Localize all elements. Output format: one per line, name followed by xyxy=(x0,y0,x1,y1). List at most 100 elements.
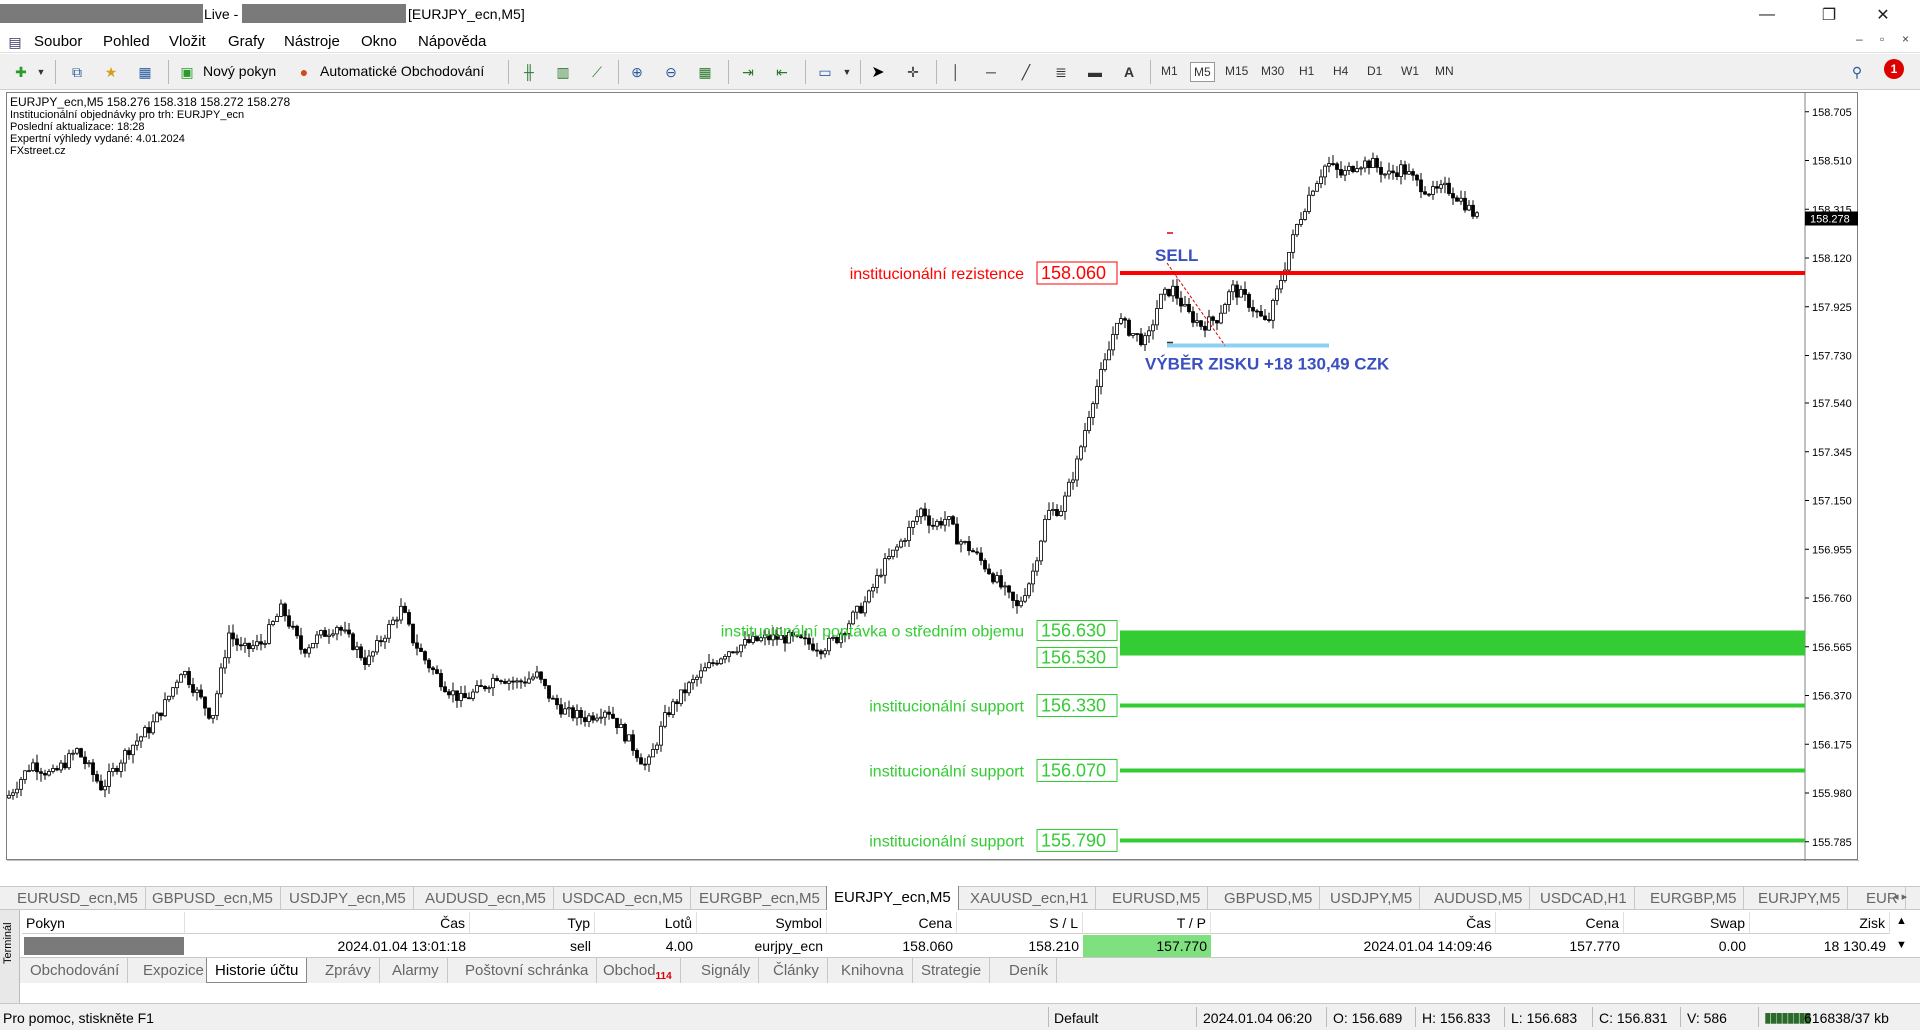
symbol-tab[interactable]: GBPUSD,M5 xyxy=(1217,887,1321,910)
terminal-tab[interactable]: Deník xyxy=(1001,958,1058,983)
text-tool-icon[interactable]: A xyxy=(1118,61,1140,83)
symbol-tab[interactable]: EURGBP,M5 xyxy=(1643,887,1745,910)
symbol-tab[interactable]: EURUSD_ecn,M5 xyxy=(10,887,146,910)
horizontal-line-icon[interactable]: ─ xyxy=(980,61,1002,83)
symbol-tab[interactable]: USDJPY,M5 xyxy=(1323,887,1421,910)
symbol-tab[interactable]: GBPUSD_ecn,M5 xyxy=(145,887,281,910)
tile-windows-icon[interactable]: ▦ xyxy=(694,61,716,83)
app-icon[interactable]: ▤ xyxy=(4,31,26,53)
tab-scroll-icon[interactable]: ◂ ▸ xyxy=(1886,887,1914,910)
terminal-tab[interactable]: Články xyxy=(765,958,828,983)
symbol-tab[interactable]: USDCAD,H1 xyxy=(1533,887,1635,910)
timeframe-m5[interactable]: M5 xyxy=(1190,62,1215,82)
favorites-icon[interactable]: ★ xyxy=(100,61,122,83)
maximize-button[interactable]: ❐ xyxy=(1806,0,1852,30)
line-chart-icon[interactable]: ⟋ xyxy=(586,61,608,83)
terminal-tab[interactable]: Obchodování xyxy=(22,958,129,983)
symbol-tab[interactable]: AUDUSD,M5 xyxy=(1427,887,1531,910)
terminal-tab[interactable]: Expozice xyxy=(135,958,213,983)
new-order-button[interactable]: Nový pokyn xyxy=(203,63,276,79)
scroll-down-icon[interactable]: ▼ xyxy=(1896,936,1907,958)
rectangle-icon[interactable]: ▬ xyxy=(1084,61,1106,83)
new-order-icon[interactable]: ▣ xyxy=(176,61,198,83)
menu-pohled[interactable]: Pohled xyxy=(103,33,150,50)
trendline-icon[interactable]: ╱ xyxy=(1015,61,1037,83)
close-button[interactable]: ✕ xyxy=(1860,0,1906,30)
col-pokyn[interactable]: Pokyn xyxy=(22,912,185,934)
terminal-tab[interactable]: Historie účtu xyxy=(206,958,308,983)
candle-body xyxy=(587,715,591,723)
symbol-tab[interactable]: AUDUSD_ecn,M5 xyxy=(418,887,554,910)
col-cas[interactable]: Čas xyxy=(185,912,470,934)
symbol-tab[interactable]: USDCAD_ecn,M5 xyxy=(555,887,691,910)
symbol-tab[interactable]: XAUUSD_ecn,H1 xyxy=(963,887,1097,910)
navigator-icon[interactable]: ▦ xyxy=(134,61,156,83)
zoom-out-icon[interactable]: ⊖ xyxy=(660,61,682,83)
indicators-icon[interactable]: ▭ xyxy=(814,61,836,83)
col-cena[interactable]: Cena xyxy=(827,912,957,934)
timeframe-m30[interactable]: M30 xyxy=(1258,62,1287,82)
cursor-icon[interactable]: ➤ xyxy=(867,61,889,83)
crosshair-icon[interactable]: ✛ xyxy=(902,61,924,83)
menu-nastroje[interactable]: Nástroje xyxy=(284,33,340,50)
timeframe-d1[interactable]: D1 xyxy=(1364,62,1385,82)
status-profile[interactable]: Default xyxy=(1054,1010,1098,1026)
symbol-tab[interactable]: EURJPY,M5 xyxy=(1751,887,1849,910)
col-lotu[interactable]: Lotů xyxy=(595,912,697,934)
col-tp[interactable]: T / P xyxy=(1083,912,1211,934)
vertical-line-icon[interactable]: │ xyxy=(945,61,967,83)
symbol-tab[interactable]: USDJPY_ecn,M5 xyxy=(282,887,414,910)
symbol-tab[interactable]: EURGBP_ecn,M5 xyxy=(692,887,828,910)
menu-napoveda[interactable]: Nápověda xyxy=(418,33,486,50)
candlestick-icon[interactable]: ▥ xyxy=(552,61,574,83)
new-chart-icon[interactable]: ✚ xyxy=(10,61,32,83)
bar-chart-icon[interactable]: ╫ xyxy=(518,61,540,83)
col-sl[interactable]: S / L xyxy=(957,912,1083,934)
col-swap[interactable]: Swap xyxy=(1624,912,1750,934)
col-typ[interactable]: Typ xyxy=(470,912,595,934)
terminal-tab[interactable]: Poštovní schránka xyxy=(457,958,598,983)
minimize-button[interactable]: — xyxy=(1744,0,1790,30)
scroll-up-icon[interactable]: ▲ xyxy=(1896,912,1907,934)
auto-scroll-icon[interactable]: ⇥ xyxy=(737,61,759,83)
col-zisk[interactable]: Zisk xyxy=(1750,912,1890,934)
timeframe-h1[interactable]: H1 xyxy=(1296,62,1317,82)
timeframe-h4[interactable]: H4 xyxy=(1330,62,1351,82)
fibonacci-icon[interactable]: ≣ xyxy=(1050,61,1072,83)
symbol-tab[interactable]: EURJPY_ecn,M5 xyxy=(826,886,959,911)
terminal-tab[interactable]: Signály xyxy=(693,958,760,983)
profiles-icon[interactable]: ⧉ xyxy=(66,61,88,83)
notification-badge[interactable]: 1 xyxy=(1884,59,1904,79)
menu-vlozit[interactable]: Vložit xyxy=(169,33,206,50)
col-close-price[interactable]: Cena xyxy=(1496,912,1624,934)
chart-window[interactable]: 158.705 158.510 158.315 158.120 157.925 157.7… xyxy=(6,92,1859,861)
terminal-tab[interactable]: Zprávy xyxy=(317,958,380,983)
menu-soubor[interactable]: Soubor xyxy=(34,33,82,50)
zoom-in-icon[interactable]: ⊕ xyxy=(626,61,648,83)
dropdown-icon[interactable]: ▼ xyxy=(30,61,52,83)
symbol-tab[interactable]: EURUSD,M5 xyxy=(1105,887,1209,910)
candle-body xyxy=(375,640,379,653)
terminal-tab[interactable]: Obchod114 xyxy=(595,958,681,983)
dropdown-icon[interactable]: ▼ xyxy=(836,61,858,83)
col-close-time[interactable]: Čas xyxy=(1211,912,1496,934)
terminal-tab[interactable]: Alarmy xyxy=(384,958,448,983)
timeframe-w1[interactable]: W1 xyxy=(1398,62,1422,82)
col-symbol[interactable]: Symbol xyxy=(697,912,827,934)
child-close-icon[interactable]: × xyxy=(1902,32,1909,46)
timeframe-m15[interactable]: M15 xyxy=(1222,62,1251,82)
menu-okno[interactable]: Okno xyxy=(361,33,397,50)
price-chart[interactable]: 158.705158.510158.315158.120157.925157.7… xyxy=(7,93,1859,861)
timeframe-m1[interactable]: M1 xyxy=(1158,62,1181,82)
timeframe-mn[interactable]: MN xyxy=(1432,62,1457,82)
terminal-tab[interactable]: Strategie xyxy=(913,958,991,983)
child-restore-icon[interactable]: ▫ xyxy=(1880,32,1884,46)
search-icon[interactable]: ⚲ xyxy=(1846,61,1868,83)
chart-shift-icon[interactable]: ⇤ xyxy=(771,61,793,83)
auto-trading-icon[interactable]: ● xyxy=(293,61,315,83)
menu-grafy[interactable]: Grafy xyxy=(228,33,265,50)
child-minimize-icon[interactable]: – xyxy=(1856,32,1863,46)
terminal-tab[interactable]: Knihovna xyxy=(833,958,913,983)
auto-trading-button[interactable]: Automatické Obchodování xyxy=(320,63,484,79)
terminal-side-label[interactable]: Terminál xyxy=(0,910,20,1003)
